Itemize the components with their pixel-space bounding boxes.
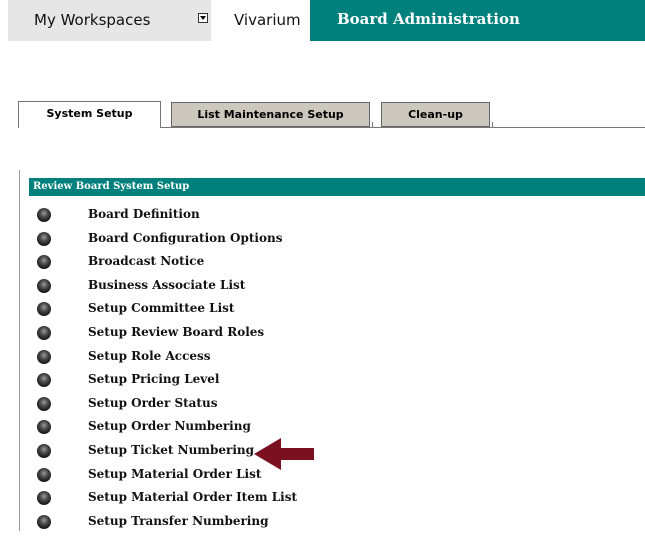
vivarium-tab[interactable]: Vivarium	[222, 0, 313, 41]
bullet-icon	[37, 420, 51, 435]
bullet-icon	[37, 278, 51, 293]
tab-clean-up[interactable]: Clean-up	[381, 102, 490, 127]
panel-header: Review Board System Setup	[29, 178, 645, 196]
review-board-setup-panel: Review Board System Setup Board Definiti…	[19, 170, 645, 531]
panel-border	[19, 170, 20, 531]
link-setup-order-numbering[interactable]: Setup Order Numbering	[88, 418, 251, 435]
link-setup-pricing-level[interactable]: Setup Pricing Level	[88, 371, 219, 388]
link-setup-committee-list[interactable]: Setup Committee List	[88, 300, 234, 317]
bullet-icon	[37, 491, 51, 506]
setup-tabs: System Setup List Maintenance Setup Clea…	[18, 101, 645, 128]
link-setup-material-order-item-list[interactable]: Setup Material Order Item List	[88, 489, 297, 506]
top-navigation: My Workspaces Vivarium Board Administrat…	[8, 0, 645, 41]
bullet-icon	[37, 302, 51, 317]
link-setup-order-status[interactable]: Setup Order Status	[88, 395, 217, 412]
bullet-icon	[37, 208, 51, 222]
bullet-icon	[37, 255, 51, 270]
bullet-icon	[37, 443, 51, 458]
tab-list-maintenance-setup[interactable]: List Maintenance Setup	[171, 102, 370, 127]
link-board-definition[interactable]: Board Definition	[88, 206, 200, 223]
bullet-icon	[37, 349, 51, 364]
tab-divider	[492, 122, 493, 128]
bullet-icon	[37, 373, 51, 388]
my-workspaces-label: My Workspaces	[34, 11, 151, 29]
my-workspaces-tab[interactable]: My Workspaces	[8, 0, 211, 41]
link-setup-ticket-numbering[interactable]: Setup Ticket Numbering	[88, 442, 254, 459]
link-setup-transfer-numbering[interactable]: Setup Transfer Numbering	[88, 513, 268, 530]
bullet-icon	[37, 325, 51, 340]
link-business-associate-list[interactable]: Business Associate List	[88, 277, 245, 294]
board-administration-tab[interactable]: Board Administration	[310, 0, 645, 41]
annotation-arrow-icon	[254, 438, 314, 470]
bullet-icon	[37, 231, 51, 246]
bullet-icon	[37, 467, 51, 482]
arrow-shape	[254, 438, 314, 470]
tab-divider	[372, 122, 373, 128]
link-broadcast-notice[interactable]: Broadcast Notice	[88, 253, 204, 270]
dropdown-arrow-icon[interactable]	[198, 13, 208, 23]
bullet-icon	[37, 514, 51, 529]
link-setup-review-board-roles[interactable]: Setup Review Board Roles	[88, 324, 264, 341]
tab-system-setup[interactable]: System Setup	[18, 101, 161, 128]
link-board-configuration-options[interactable]: Board Configuration Options	[88, 230, 282, 247]
link-setup-material-order-list[interactable]: Setup Material Order List	[88, 466, 261, 483]
bullet-icon	[37, 396, 51, 411]
link-setup-role-access[interactable]: Setup Role Access	[88, 348, 211, 365]
